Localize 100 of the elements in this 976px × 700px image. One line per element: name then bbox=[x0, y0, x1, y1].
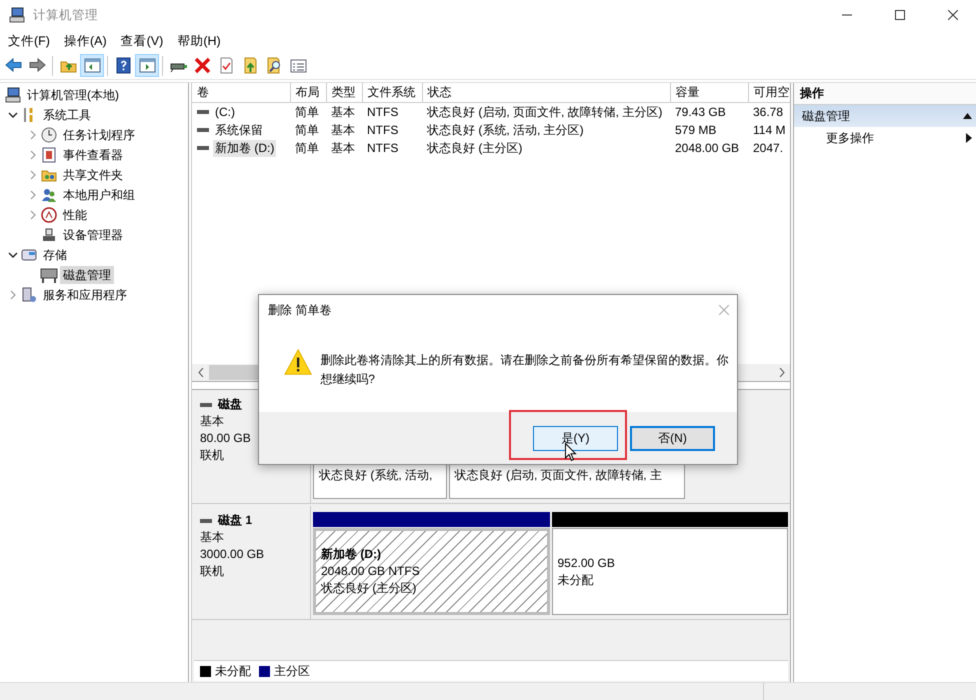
menu-item[interactable]: 文件(F) bbox=[1, 30, 57, 52]
drive-icon bbox=[197, 127, 209, 133]
table-cell-text: 状态良好 (系统, 活动, 主分区) bbox=[426, 122, 585, 138]
table-cell[interactable]: (C:) bbox=[213, 105, 237, 119]
services-icon bbox=[20, 286, 38, 304]
drive-icon bbox=[200, 402, 212, 408]
table-cell: 基本 bbox=[326, 102, 362, 121]
column-header[interactable]: 状态 bbox=[422, 83, 670, 102]
computer-icon bbox=[4, 86, 22, 104]
disk-name: 磁盘 bbox=[218, 396, 242, 413]
collapsed-chevron-icon[interactable] bbox=[30, 130, 36, 140]
event-icon bbox=[40, 146, 58, 164]
collapsed-chevron-icon[interactable] bbox=[30, 150, 36, 160]
menu-item[interactable]: 操作(A) bbox=[56, 30, 114, 52]
table-cell[interactable]: 新加卷 (D:) bbox=[213, 140, 276, 156]
disk-icon bbox=[40, 266, 58, 284]
action-item[interactable]: 更多操作 bbox=[826, 130, 874, 146]
column-header[interactable]: 类型 bbox=[326, 83, 362, 102]
table-cell-text: NTFS bbox=[366, 140, 400, 157]
disk-type: 基本 bbox=[200, 413, 225, 430]
partition-text: 未分配 bbox=[558, 572, 594, 588]
scroll-left-icon[interactable] bbox=[198, 368, 204, 377]
warning-icon bbox=[284, 347, 312, 377]
partition-text: 2048.00 GB NTFS bbox=[321, 563, 421, 580]
table-cell-text: 114 M bbox=[752, 122, 786, 139]
table-cell: NTFS bbox=[362, 102, 422, 121]
tree-item[interactable]: 事件查看器 bbox=[60, 146, 126, 164]
table-cell-text: 579 MB bbox=[674, 122, 718, 139]
dialog-button[interactable]: 否(N) bbox=[630, 426, 715, 450]
device-icon bbox=[40, 226, 58, 244]
pane-right-icon[interactable] bbox=[135, 54, 159, 77]
table-cell: 简单 bbox=[290, 102, 326, 121]
menu-item[interactable]: 帮助(H) bbox=[170, 30, 228, 52]
partition-text: 状态良好 (主分区) bbox=[321, 580, 418, 597]
scrollbar-thumb[interactable] bbox=[209, 365, 259, 380]
section-title: 磁盘管理 bbox=[802, 108, 850, 124]
partition-label: 新加卷 (D:) bbox=[321, 546, 382, 563]
menu-item[interactable]: 查看(V) bbox=[114, 30, 170, 52]
disk-size: 3000.00 GB bbox=[200, 546, 266, 563]
column-header[interactable]: 容量 bbox=[670, 83, 748, 102]
actions-header: 操作 bbox=[794, 83, 976, 105]
partition-box[interactable]: 952.00 GB 未分配 bbox=[552, 528, 788, 615]
tree-item[interactable]: 磁盘管理 bbox=[60, 266, 114, 284]
cursor-icon bbox=[565, 442, 577, 462]
collapsed-chevron-icon[interactable] bbox=[30, 170, 36, 180]
table-cell-text: 简单 bbox=[294, 140, 320, 156]
collapsed-chevron-icon[interactable] bbox=[30, 210, 36, 220]
tree-item[interactable]: 任务计划程序 bbox=[60, 126, 138, 144]
column-header[interactable]: 可用空 bbox=[748, 83, 790, 102]
partition-box[interactable]: 新加卷 (D:) 2048.00 GB NTFS 状态良好 (主分区) bbox=[313, 528, 550, 615]
table-cell-text: 基本 bbox=[330, 122, 356, 138]
partition-text: 952.00 GB bbox=[558, 554, 616, 572]
disk-type: 基本 bbox=[200, 529, 225, 546]
tree-item[interactable]: 存储 bbox=[40, 246, 70, 264]
tree-item[interactable]: 服务和应用程序 bbox=[40, 286, 130, 304]
users-icon bbox=[40, 186, 58, 204]
dialog-message: 删除此卷将清除其上的所有数据。请在删除之前备份所有希望保留的数据。你想继续吗? bbox=[320, 352, 729, 388]
drive-icon bbox=[197, 109, 209, 115]
table-cell-text: 基本 bbox=[330, 140, 356, 156]
tree-item[interactable]: 本地用户和组 bbox=[60, 186, 138, 204]
tree-item[interactable]: 设备管理器 bbox=[60, 226, 126, 244]
table-cell-text: NTFS bbox=[366, 122, 400, 139]
table-cell: 状态良好 (启动, 页面文件, 故障转储, 主分区) bbox=[422, 102, 670, 121]
scroll-right-icon[interactable] bbox=[778, 368, 784, 377]
window-title: 计算机管理 bbox=[33, 6, 99, 24]
disk-status: 联机 bbox=[200, 447, 225, 464]
drive-icon bbox=[200, 518, 212, 524]
column-header[interactable]: 卷 bbox=[192, 83, 290, 102]
computer-icon bbox=[8, 6, 26, 24]
partition-text: 状态良好 (系统, 活动, bbox=[319, 467, 434, 484]
collapsed-chevron-icon[interactable] bbox=[10, 290, 16, 300]
actions-section[interactable]: 磁盘管理 bbox=[794, 105, 976, 127]
column-header[interactable]: 文件系统 bbox=[362, 83, 422, 102]
table-cell[interactable]: 系统保留 bbox=[213, 122, 265, 138]
legend-label: 未分配 bbox=[215, 662, 251, 680]
tree-item[interactable]: 性能 bbox=[60, 206, 90, 224]
dialog-title: 删除 简单卷 bbox=[268, 302, 332, 318]
expanded-chevron-icon[interactable] bbox=[8, 112, 18, 118]
table-cell-text: 状态良好 (主分区) bbox=[426, 140, 524, 156]
disk-name: 磁盘 1 bbox=[218, 512, 252, 529]
tree-item[interactable]: 系统工具 bbox=[40, 106, 94, 124]
tree-item[interactable]: 共享文件夹 bbox=[60, 166, 126, 184]
table-cell-text: 简单 bbox=[294, 122, 320, 138]
collapsed-chevron-icon[interactable] bbox=[30, 190, 36, 200]
submenu-arrow-icon bbox=[966, 133, 972, 143]
table-cell-text: 2047. bbox=[752, 140, 784, 157]
partition-text: 状态良好 (启动, 页面文件, 故障转储, 主 bbox=[454, 467, 663, 484]
table-cell-text: 2048.00 GB bbox=[674, 140, 740, 157]
column-header[interactable]: 布局 bbox=[290, 83, 326, 102]
performance-icon bbox=[40, 206, 58, 224]
dialog-button[interactable]: 是(Y) bbox=[533, 426, 618, 450]
pane-left-icon[interactable] bbox=[80, 54, 104, 77]
collapse-triangle-icon[interactable] bbox=[963, 113, 972, 119]
table-cell: 36.78 bbox=[748, 102, 790, 121]
clock-icon bbox=[40, 126, 58, 144]
drive-icon bbox=[197, 145, 209, 151]
legend-label: 主分区 bbox=[274, 662, 310, 680]
disk-size: 80.00 GB bbox=[200, 430, 252, 447]
expanded-chevron-icon[interactable] bbox=[8, 252, 18, 258]
tree-item[interactable]: 计算机管理(本地) bbox=[24, 86, 122, 104]
